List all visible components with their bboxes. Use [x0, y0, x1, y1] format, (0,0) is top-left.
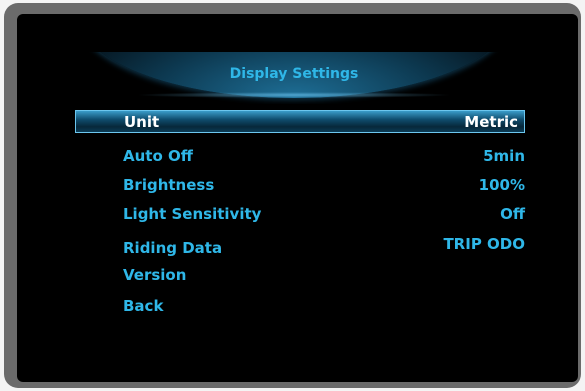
header-glow — [135, 92, 453, 98]
menu-item-label: Version — [123, 266, 187, 284]
menu-item-value: Metric — [464, 113, 518, 131]
menu-item-label: Riding Data — [123, 239, 223, 257]
menu-item-riding-data[interactable]: Riding Data TRIP ODO — [75, 232, 525, 258]
menu-item-light-sensitivity[interactable]: Light Sensitivity Off — [75, 201, 525, 227]
menu-item-value: TRIP ODO — [443, 235, 525, 253]
menu-item-value: 100% — [478, 176, 525, 194]
menu-header: Display Settings — [75, 52, 513, 104]
menu-item-auto-off[interactable]: Auto Off 5min — [75, 143, 525, 169]
menu-item-label: Light Sensitivity — [123, 205, 262, 223]
menu-item-back[interactable]: Back — [75, 293, 525, 319]
display-screen: Display Settings Unit Metric Auto Off 5m… — [17, 14, 578, 382]
menu-item-unit[interactable]: Unit Metric — [75, 110, 525, 133]
menu-item-label: Brightness — [123, 176, 215, 194]
device-bezel: Display Settings Unit Metric Auto Off 5m… — [4, 3, 581, 388]
menu-item-label: Auto Off — [123, 147, 193, 165]
menu-item-value: 5min — [483, 147, 525, 165]
menu-item-label: Back — [123, 297, 164, 315]
menu-item-value: Off — [500, 205, 525, 223]
menu-item-version[interactable]: Version — [75, 262, 525, 288]
menu-item-brightness[interactable]: Brightness 100% — [75, 172, 525, 198]
menu-item-label: Unit — [124, 113, 160, 131]
page-title: Display Settings — [229, 66, 359, 82]
